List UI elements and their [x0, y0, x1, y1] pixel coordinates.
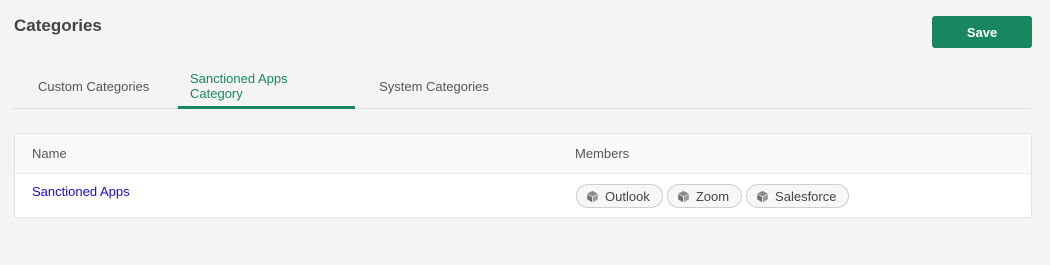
page-title: Categories — [14, 16, 102, 35]
member-chip-label: Outlook — [605, 188, 650, 204]
table-header: Name Members — [15, 134, 1031, 174]
cube-icon — [586, 190, 599, 203]
tab-system-categories[interactable]: System Categories — [359, 64, 509, 108]
table-row[interactable]: Sanctioned Apps Outlook Zoom Salesforce — [15, 174, 1031, 218]
member-chip-salesforce[interactable]: Salesforce — [746, 184, 850, 208]
column-header-name[interactable]: Name — [15, 146, 558, 161]
member-chip-label: Zoom — [695, 188, 730, 204]
tab-bar: Custom Categories Sanctioned Apps Catego… — [14, 64, 1031, 109]
member-chip-label: Salesforce — [775, 188, 837, 204]
member-chip-zoom[interactable]: Zoom — [666, 184, 743, 208]
members-list: Outlook Zoom Salesforce — [558, 184, 850, 208]
cube-icon — [677, 190, 690, 203]
cube-icon — [756, 190, 769, 203]
tab-custom-categories[interactable]: Custom Categories — [14, 64, 174, 108]
member-chip-outlook[interactable]: Outlook — [576, 184, 663, 208]
category-name-link[interactable]: Sanctioned Apps — [15, 174, 558, 199]
save-button[interactable]: Save — [932, 16, 1032, 48]
categories-table: Name Members Sanctioned Apps Outlook Zoo… — [14, 133, 1032, 218]
tab-sanctioned-apps-category[interactable]: Sanctioned Apps Category — [178, 64, 355, 109]
categories-page: Categories Save Custom Categories Sancti… — [0, 0, 1050, 265]
column-header-members[interactable]: Members — [558, 146, 629, 161]
